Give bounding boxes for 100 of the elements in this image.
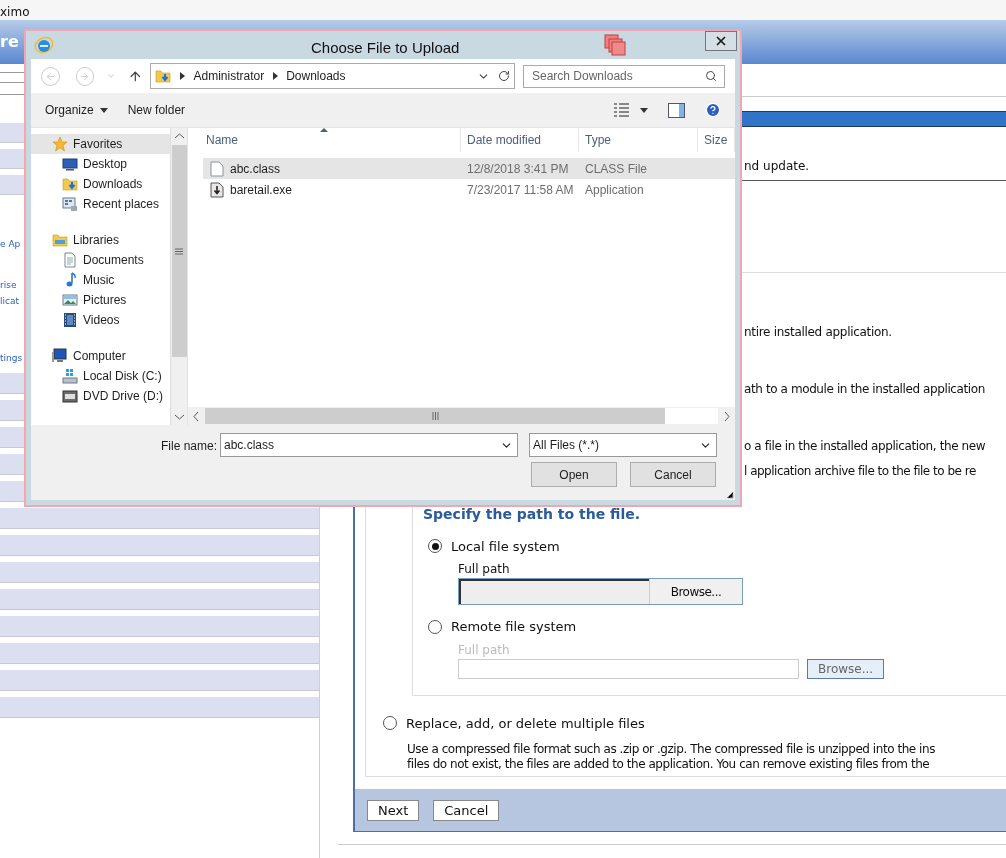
radio-label: Local file system bbox=[451, 537, 560, 556]
browser-logo-icon bbox=[34, 35, 54, 55]
file-row[interactable]: baretail.exe 7/23/2017 11:58 AM Application bbox=[203, 179, 735, 200]
chevron-icon bbox=[272, 72, 279, 80]
nav-item[interactable]: DVD Drive (D:) bbox=[31, 386, 170, 406]
search-icon bbox=[705, 69, 717, 82]
column-header[interactable]: Date modified bbox=[461, 128, 579, 152]
nav-item[interactable]: Libraries bbox=[31, 230, 170, 250]
column-header[interactable]: Name bbox=[188, 128, 461, 152]
field-label: Full path bbox=[458, 561, 511, 578]
application-icon bbox=[210, 181, 224, 198]
drive-icon bbox=[62, 388, 78, 404]
nav-item[interactable]: Desktop bbox=[31, 154, 170, 174]
nav-item[interactable]: Local Disk (C:) bbox=[31, 366, 170, 386]
close-button[interactable] bbox=[705, 31, 737, 51]
grip-icon bbox=[431, 412, 439, 420]
sidebar-row[interactable] bbox=[0, 508, 319, 529]
download-folder-icon bbox=[155, 68, 172, 84]
description-text: o a file in the installed application, the new bbox=[744, 437, 987, 455]
breadcrumb-item[interactable]: Downloads bbox=[286, 67, 346, 85]
nav-item[interactable]: Documents bbox=[31, 250, 170, 270]
file-name-label: File name: bbox=[161, 438, 218, 455]
stacked-squares-icon bbox=[604, 34, 626, 56]
file-date: 7/23/2017 11:58 AM bbox=[466, 181, 575, 199]
description-text: l application archive file to the file to be re bbox=[744, 462, 977, 480]
file-type-dropdown[interactable]: All Files (*.*) bbox=[529, 433, 717, 457]
sidebar-row[interactable] bbox=[0, 643, 319, 664]
description-text: ath to a module in the installed application bbox=[744, 380, 986, 398]
document-icon bbox=[62, 252, 78, 268]
grip-icon bbox=[175, 247, 183, 255]
app-title: ximo bbox=[0, 4, 30, 20]
radio-label: Remote file system bbox=[451, 618, 577, 636]
new-folder-button[interactable]: New folder bbox=[127, 101, 186, 119]
nav-item[interactable]: Music bbox=[31, 270, 170, 290]
header-title: re bbox=[0, 31, 19, 53]
radio-label: Replace, add, or delete multiple files bbox=[406, 714, 645, 733]
section-heading: Specify the path to the file. bbox=[423, 504, 642, 524]
cancel-button[interactable]: Cancel bbox=[433, 799, 500, 821]
radio-button[interactable] bbox=[383, 716, 397, 731]
sidebar-row[interactable] bbox=[0, 697, 319, 718]
close-icon bbox=[714, 34, 728, 48]
computer-icon bbox=[52, 348, 68, 364]
sidebar-link[interactable]: licat bbox=[0, 295, 19, 309]
drive-icon bbox=[62, 368, 78, 384]
file-input[interactable]: Browse... bbox=[458, 578, 743, 605]
sidebar-link[interactable]: tings bbox=[0, 351, 23, 365]
radio-button[interactable] bbox=[428, 539, 442, 554]
nav-item[interactable]: Computer bbox=[31, 346, 170, 366]
nav-item[interactable]: Downloads bbox=[31, 174, 170, 194]
sidebar-link[interactable]: rise bbox=[0, 278, 17, 292]
nav-item[interactable]: Videos bbox=[31, 310, 170, 330]
forward-icon bbox=[79, 70, 91, 82]
help-icon[interactable] bbox=[705, 102, 721, 118]
column-header[interactable]: Size bbox=[698, 128, 735, 152]
star-icon bbox=[52, 136, 68, 152]
description-text: ntire installed application. bbox=[744, 323, 893, 341]
sort-arrow-icon bbox=[320, 128, 328, 132]
sidebar-row[interactable] bbox=[0, 535, 319, 556]
file-name: abc.class bbox=[230, 160, 281, 178]
dialog-title: Choose File to Upload bbox=[311, 38, 460, 58]
caret-icon[interactable] bbox=[640, 107, 648, 113]
vertical-scrollbar[interactable] bbox=[170, 128, 187, 425]
sidebar-link[interactable]: e Ap bbox=[0, 238, 21, 252]
file-type: CLASS File bbox=[584, 160, 648, 178]
chevron-icon bbox=[179, 72, 186, 80]
file-row[interactable]: abc.class 12/8/2018 3:41 PM CLASS File bbox=[203, 158, 735, 179]
recent-places-icon bbox=[62, 196, 78, 212]
library-folder-icon bbox=[52, 232, 68, 248]
back-icon bbox=[44, 70, 56, 82]
nav-item[interactable]: Recent places bbox=[31, 194, 170, 214]
file-name: baretail.exe bbox=[230, 181, 293, 199]
pictures-icon bbox=[62, 292, 78, 308]
file-type: Application bbox=[584, 181, 644, 199]
search-field[interactable]: Search Downloads bbox=[523, 64, 725, 88]
description-text: nd update. bbox=[744, 159, 810, 173]
caret-icon bbox=[99, 107, 108, 113]
nav-item[interactable]: Favorites bbox=[31, 134, 170, 154]
sidebar-row[interactable] bbox=[0, 562, 319, 583]
preview-pane-icon[interactable] bbox=[668, 102, 685, 118]
open-button[interactable]: Open bbox=[531, 462, 617, 487]
sidebar-row[interactable] bbox=[0, 616, 319, 637]
sidebar-row[interactable] bbox=[0, 670, 319, 691]
description-text: files do not exist, the files are added to the application. You can remove existing files from the bbox=[407, 757, 931, 772]
address-bar[interactable]: Administrator Downloads bbox=[150, 63, 515, 89]
film-icon bbox=[62, 312, 78, 328]
download-folder-icon bbox=[62, 176, 78, 192]
list-view-icon[interactable] bbox=[614, 103, 630, 117]
horizontal-scrollbar[interactable] bbox=[188, 407, 735, 425]
breadcrumb-item[interactable]: Administrator bbox=[193, 67, 265, 85]
nav-item[interactable]: Pictures bbox=[31, 290, 170, 310]
sidebar-row[interactable] bbox=[0, 589, 319, 610]
organize-button[interactable]: Organize bbox=[45, 101, 108, 119]
file-date: 12/8/2018 3:41 PM bbox=[466, 160, 570, 178]
refresh-icon[interactable] bbox=[498, 70, 510, 82]
path-field[interactable] bbox=[458, 658, 799, 679]
cancel-button[interactable]: Cancel bbox=[630, 462, 716, 487]
next-button[interactable]: Next bbox=[367, 799, 420, 821]
column-header[interactable]: Type bbox=[579, 128, 698, 152]
file-name-field[interactable]: abc.class bbox=[220, 433, 518, 457]
description-text: Use a compressed file format such as .zip or .gzip. The compressed file is unzipped into the ins bbox=[407, 742, 936, 757]
